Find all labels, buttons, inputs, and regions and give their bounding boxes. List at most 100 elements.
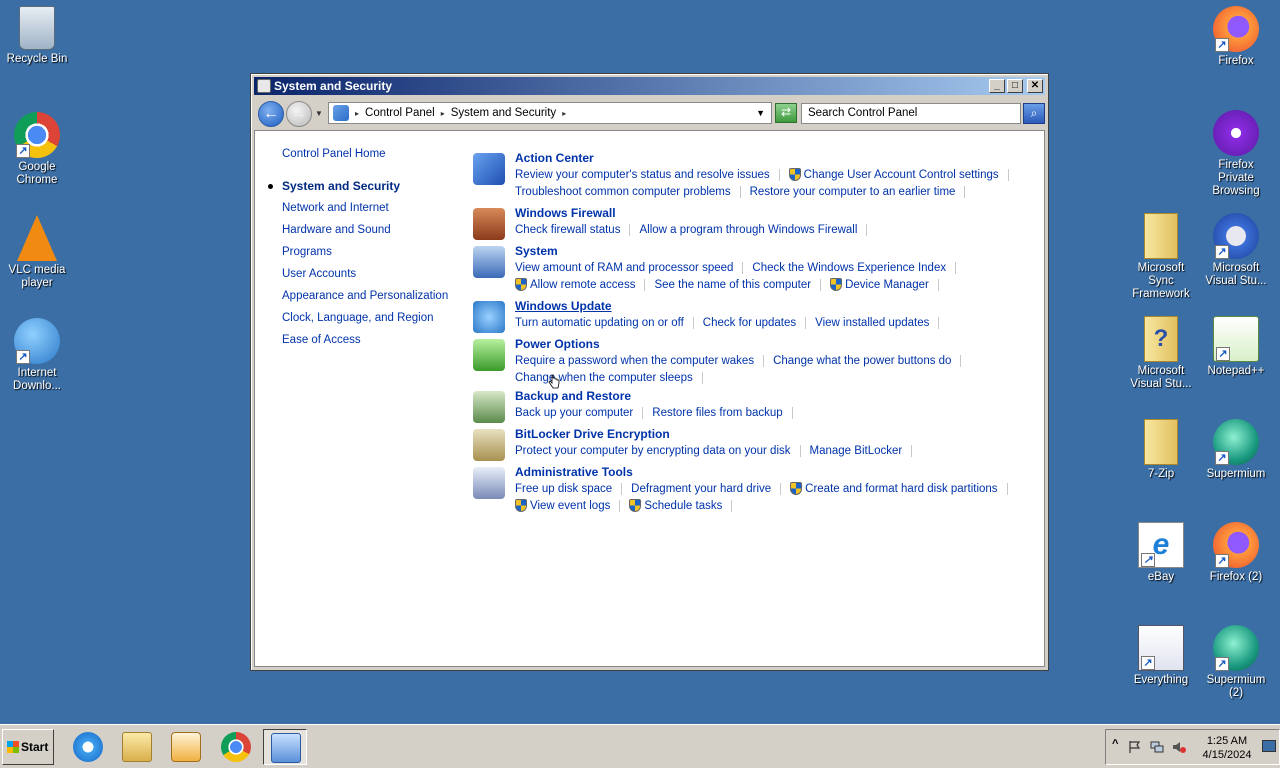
nav-clock-language-region[interactable]: Clock, Language, and Region	[282, 311, 448, 333]
task-link-label: Free up disk space	[515, 482, 613, 495]
bitlocker-icon[interactable]	[473, 429, 505, 461]
task-link[interactable]: Turn automatic updating on or off	[515, 317, 684, 329]
desktop-icon-ms-visual-studio-1[interactable]: ↗ Microsoft Visual Stu...	[1199, 213, 1273, 288]
back-button[interactable]: ←	[258, 101, 284, 127]
task-link[interactable]: Check the Windows Experience Index	[752, 262, 946, 274]
task-link[interactable]: Defragment your hard drive	[631, 483, 771, 495]
task-link[interactable]: Review your computer's status and resolv…	[515, 169, 770, 181]
windows-update-icon[interactable]	[473, 301, 505, 333]
search-button[interactable]: ⌕	[1023, 103, 1045, 124]
control-panel-home-link[interactable]: Control Panel Home	[282, 147, 448, 169]
desktop-icon-firefox[interactable]: ↗ Firefox	[1199, 6, 1273, 68]
admin-tools-icon[interactable]	[473, 467, 505, 499]
task-link[interactable]: Device Manager	[830, 278, 929, 291]
network-icon[interactable]	[1150, 740, 1164, 754]
chevron-right-icon[interactable]: ▸	[562, 109, 566, 118]
task-link[interactable]: Require a password when the computer wak…	[515, 355, 754, 367]
maximize-button[interactable]: □	[1007, 79, 1023, 93]
task-link[interactable]: See the name of this computer	[654, 279, 811, 291]
task-link[interactable]: Change what the power buttons do	[773, 355, 951, 367]
nav-programs[interactable]: Programs	[282, 245, 448, 267]
desktop-icon-label: Internet Downlo...	[13, 367, 61, 392]
task-link[interactable]: Free up disk space	[515, 483, 612, 495]
start-button[interactable]: Start	[2, 729, 54, 765]
task-link[interactable]: Allow a program through Windows Firewall	[639, 224, 857, 236]
task-link[interactable]: Change when the computer sleeps	[515, 372, 693, 384]
task-link[interactable]: View amount of RAM and processor speed	[515, 262, 733, 274]
desktop-icon-internet-download-manager[interactable]: ↗ Internet Downlo...	[0, 318, 74, 393]
chevron-right-icon[interactable]: ▸	[441, 109, 445, 118]
desktop-icon-chrome[interactable]: ↗ Google Chrome	[0, 112, 74, 187]
nav-network-and-internet[interactable]: Network and Internet	[282, 201, 448, 223]
desktop-icon-ms-sync-framework[interactable]: Microsoft Sync Framework	[1124, 213, 1198, 301]
breadcrumb-control-panel[interactable]: Control Panel	[365, 107, 435, 119]
task-link[interactable]: Check firewall status	[515, 224, 620, 236]
volume-muted-icon[interactable]	[1172, 740, 1186, 754]
desktop-icon-ms-visual-studio-2[interactable]: ? Microsoft Visual Stu...	[1124, 316, 1198, 391]
task-link[interactable]: Create and format hard disk partitions	[790, 482, 998, 495]
task-link[interactable]: View event logs	[515, 499, 610, 512]
nav-system-and-security[interactable]: System and Security	[268, 179, 448, 201]
close-button[interactable]: ✕	[1027, 79, 1043, 93]
recent-pages-dropdown-icon[interactable]: ▼	[315, 109, 323, 118]
action-center-flag-icon[interactable]	[1128, 740, 1142, 754]
task-link[interactable]: View installed updates	[815, 317, 929, 329]
task-link[interactable]: Schedule tasks	[629, 499, 722, 512]
nav-ease-of-access[interactable]: Ease of Access	[282, 333, 448, 355]
task-link[interactable]: Check for updates	[703, 317, 796, 329]
desktop-icon-firefox-2[interactable]: ↗ Firefox (2)	[1199, 522, 1273, 584]
task-link[interactable]: Restore your computer to an earlier time	[750, 186, 956, 198]
category-title[interactable]: Backup and Restore	[515, 389, 1035, 404]
task-link[interactable]: Protect your computer by encrypting data…	[515, 445, 791, 457]
flag-icon[interactable]	[473, 153, 505, 185]
taskbar-internet-explorer[interactable]	[66, 729, 110, 765]
category-title[interactable]: Windows Update	[515, 299, 1035, 314]
desktop-icon-notepad-plus-plus[interactable]: ↗ Notepad++	[1199, 316, 1273, 378]
task-link[interactable]: Change User Account Control settings	[788, 168, 999, 181]
taskbar-media-player[interactable]	[164, 729, 208, 765]
taskbar-control-panel[interactable]	[263, 729, 307, 765]
desktop-icon-everything[interactable]: ↗ Everything	[1124, 625, 1198, 687]
desktop-icon-firefox-private[interactable]: Firefox Private Browsing	[1199, 110, 1273, 198]
firewall-icon[interactable]	[473, 208, 505, 240]
taskbar-chrome[interactable]	[214, 729, 258, 765]
chevron-right-icon[interactable]: ▸	[355, 109, 359, 118]
task-link[interactable]: Troubleshoot common computer problems	[515, 186, 731, 198]
backup-icon[interactable]	[473, 391, 505, 423]
refresh-button[interactable]: ⇄	[775, 103, 797, 123]
show-desktop-icon[interactable]	[1262, 740, 1276, 752]
search-input[interactable]: Search Control Panel	[801, 103, 1021, 124]
taskbar-file-explorer[interactable]	[115, 729, 159, 765]
task-link[interactable]: Allow remote access	[515, 278, 635, 291]
desktop-icon-supermium-2[interactable]: ↗ Supermium (2)	[1199, 625, 1273, 700]
desktop-icon-supermium[interactable]: ↗ Supermium	[1199, 419, 1273, 481]
task-link[interactable]: Manage BitLocker	[810, 445, 903, 457]
minimize-button[interactable]: _	[989, 79, 1005, 93]
window-titlebar[interactable]: System and Security _ □ ✕	[254, 77, 1045, 95]
desktop-icon-7zip[interactable]: 7-Zip	[1124, 419, 1198, 481]
category-title[interactable]: Administrative Tools	[515, 465, 1035, 480]
category-title[interactable]: Action Center	[515, 151, 1035, 166]
show-hidden-icons-button[interactable]: ^	[1112, 738, 1118, 750]
desktop-icon-ebay[interactable]: e ↗ eBay	[1124, 522, 1198, 584]
task-link[interactable]: Restore files from backup	[652, 407, 782, 419]
desktop-icon-recycle-bin[interactable]: Recycle Bin	[0, 6, 74, 66]
nav-appearance-and-personalization[interactable]: Appearance and Personalization	[282, 289, 448, 311]
breadcrumb-system-and-security[interactable]: System and Security	[451, 107, 556, 119]
category-title[interactable]: Windows Firewall	[515, 206, 1035, 221]
forward-button[interactable]: →	[286, 101, 312, 127]
task-link[interactable]: Back up your computer	[515, 407, 633, 419]
breadcrumb[interactable]: ▸ Control Panel ▸ System and Security ▸ …	[328, 102, 772, 124]
category-title[interactable]: BitLocker Drive Encryption	[515, 427, 1035, 442]
task-link-row: Check firewall status Allow a program thr…	[515, 221, 1035, 238]
desktop-icon-vlc[interactable]: VLC media player	[0, 215, 74, 290]
category-title[interactable]: Power Options	[515, 337, 1035, 352]
address-dropdown-icon[interactable]: ▼	[756, 108, 765, 118]
nav-hardware-and-sound[interactable]: Hardware and Sound	[282, 223, 448, 245]
nav-user-accounts[interactable]: User Accounts	[282, 267, 448, 289]
folder-icon	[122, 732, 152, 762]
computer-icon[interactable]	[473, 246, 505, 278]
category-title[interactable]: System	[515, 244, 1035, 259]
battery-icon[interactable]	[473, 339, 505, 371]
clock[interactable]: 1:25 AM 4/15/2024	[1198, 734, 1256, 762]
